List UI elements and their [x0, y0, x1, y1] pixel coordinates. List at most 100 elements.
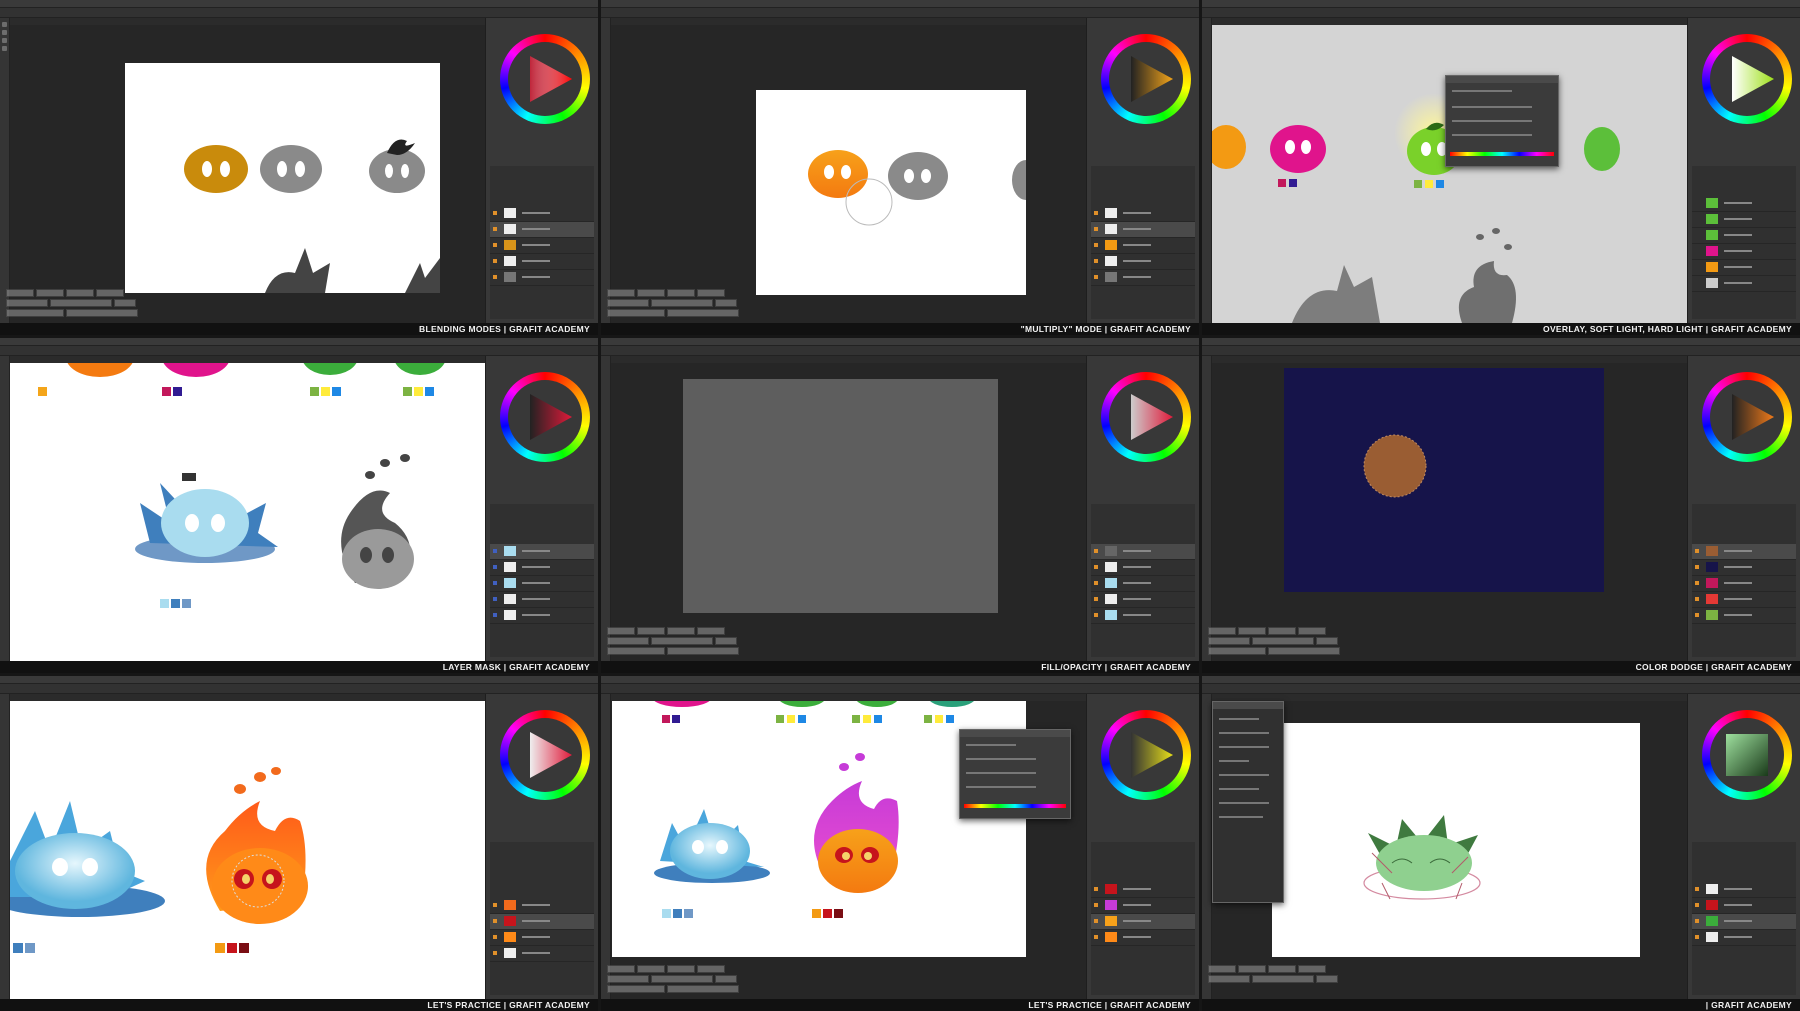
eye-icon[interactable] — [493, 613, 497, 617]
right-panel[interactable] — [1086, 356, 1199, 661]
layer-row[interactable] — [490, 930, 594, 946]
options-bar[interactable] — [1202, 8, 1800, 18]
tools-panel[interactable] — [601, 694, 611, 999]
layer-row[interactable] — [1692, 608, 1796, 624]
layers-panel[interactable] — [1091, 166, 1195, 319]
eye-icon[interactable] — [493, 919, 497, 923]
eye-icon[interactable] — [493, 565, 497, 569]
canvas-area[interactable] — [1212, 363, 1687, 661]
tools-panel[interactable] — [0, 18, 10, 323]
eye-icon[interactable] — [493, 275, 497, 279]
right-panel[interactable] — [1086, 694, 1199, 999]
layer-row[interactable] — [1692, 882, 1796, 898]
options-bar[interactable] — [601, 8, 1199, 18]
layers-panel[interactable] — [1692, 504, 1796, 657]
eye-icon[interactable] — [1094, 887, 1098, 891]
eye-icon[interactable] — [1695, 581, 1699, 585]
color-wheel-icon[interactable] — [1101, 34, 1191, 124]
layers-panel[interactable] — [490, 166, 594, 319]
right-panel[interactable] — [1086, 18, 1199, 323]
eye-icon[interactable] — [1695, 613, 1699, 617]
layer-row[interactable] — [490, 946, 594, 962]
hue-saturation-dialog[interactable] — [1445, 75, 1559, 167]
document-canvas[interactable] — [756, 90, 1040, 295]
canvas-area[interactable] — [611, 687, 1086, 999]
tools-panel[interactable] — [1202, 18, 1212, 323]
layer-row[interactable] — [1091, 930, 1195, 946]
layer-row[interactable] — [1091, 238, 1195, 254]
layer-row[interactable] — [490, 898, 594, 914]
layers-panel[interactable] — [1091, 504, 1195, 657]
right-panel[interactable] — [485, 18, 598, 323]
document-canvas[interactable] — [125, 63, 440, 293]
menu-bar[interactable] — [601, 676, 1199, 684]
layer-row[interactable] — [1692, 592, 1796, 608]
layers-panel[interactable] — [1692, 166, 1796, 319]
eye-icon[interactable] — [1094, 581, 1098, 585]
tools-panel[interactable] — [1202, 694, 1212, 999]
options-bar[interactable] — [1202, 684, 1800, 694]
hue-saturation-dialog[interactable] — [959, 729, 1071, 819]
options-bar[interactable] — [0, 8, 598, 18]
eye-icon[interactable] — [1094, 275, 1098, 279]
eye-icon[interactable] — [1094, 935, 1098, 939]
document-canvas[interactable] — [1284, 368, 1604, 592]
tools-panel[interactable] — [0, 694, 10, 999]
color-wheel-icon[interactable] — [1101, 710, 1191, 800]
layer-row[interactable] — [490, 544, 594, 560]
panel-title-bar[interactable] — [1213, 702, 1283, 709]
layer-row[interactable] — [1091, 576, 1195, 592]
layer-row[interactable] — [1091, 898, 1195, 914]
brush-settings-panel[interactable] — [1212, 701, 1284, 903]
document-canvas[interactable] — [683, 379, 998, 613]
eye-icon[interactable] — [1695, 565, 1699, 569]
eye-icon[interactable] — [493, 935, 497, 939]
layers-panel[interactable] — [1692, 842, 1796, 995]
menu-bar[interactable] — [601, 338, 1199, 346]
layer-row[interactable] — [490, 608, 594, 624]
menu-bar[interactable] — [1202, 0, 1800, 8]
options-bar[interactable] — [1202, 346, 1800, 356]
eye-icon[interactable] — [493, 243, 497, 247]
right-panel[interactable] — [485, 356, 598, 661]
menu-bar[interactable] — [601, 0, 1199, 8]
move-icon[interactable] — [2, 22, 7, 27]
options-bar[interactable] — [601, 346, 1199, 356]
canvas-area[interactable] — [611, 363, 1086, 661]
layer-row[interactable] — [1692, 576, 1796, 592]
right-panel[interactable] — [485, 694, 598, 999]
tools-panel[interactable] — [0, 356, 10, 661]
menu-bar[interactable] — [0, 676, 598, 684]
eye-icon[interactable] — [1094, 549, 1098, 553]
right-panel[interactable] — [1687, 18, 1800, 323]
tools-panel[interactable] — [601, 18, 611, 323]
options-bar[interactable] — [601, 684, 1199, 694]
eyedropper-icon[interactable] — [2, 46, 7, 51]
eye-icon[interactable] — [493, 951, 497, 955]
right-panel[interactable] — [1687, 356, 1800, 661]
canvas-area[interactable] — [10, 25, 485, 323]
layer-row[interactable] — [490, 576, 594, 592]
eye-icon[interactable] — [1094, 227, 1098, 231]
dialog-title-bar[interactable] — [1446, 76, 1558, 83]
eye-icon[interactable] — [1695, 887, 1699, 891]
layers-panel[interactable] — [490, 842, 594, 995]
layer-row[interactable] — [1091, 592, 1195, 608]
layer-row[interactable] — [1692, 244, 1796, 260]
color-wheel-icon[interactable] — [1702, 710, 1792, 800]
eye-icon[interactable] — [493, 903, 497, 907]
layer-row[interactable] — [1692, 544, 1796, 560]
canvas-area[interactable] — [0, 701, 485, 999]
color-wheel-icon[interactable] — [1702, 372, 1792, 462]
color-wheel-icon[interactable] — [500, 710, 590, 800]
layers-panel[interactable] — [1091, 842, 1195, 995]
color-wheel-icon[interactable] — [500, 34, 590, 124]
canvas-area[interactable] — [10, 338, 485, 661]
color-wheel-icon[interactable] — [1101, 372, 1191, 462]
layer-row[interactable] — [1091, 560, 1195, 576]
layer-row[interactable] — [1692, 196, 1796, 212]
menu-bar[interactable] — [0, 338, 598, 346]
menu-bar[interactable] — [1202, 338, 1800, 346]
layer-row[interactable] — [1091, 222, 1195, 238]
eye-icon[interactable] — [1695, 903, 1699, 907]
